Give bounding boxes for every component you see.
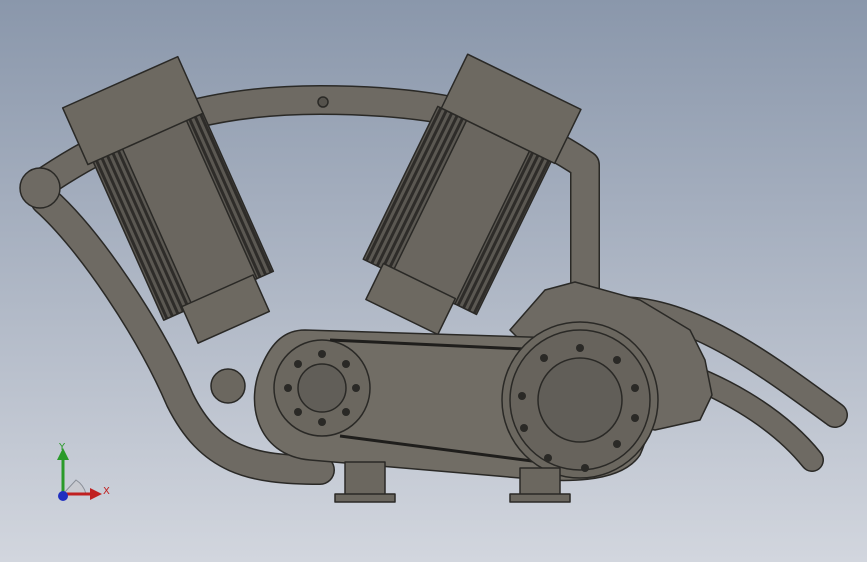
x-axis-label: X bbox=[103, 486, 110, 497]
rear-pulley-hub bbox=[537, 357, 623, 443]
y-axis-label: Y bbox=[59, 442, 66, 453]
x-axis-arrow bbox=[90, 488, 102, 500]
z-axis-dot bbox=[58, 491, 68, 501]
front-pulley-hub bbox=[297, 363, 347, 413]
engine-model[interactable] bbox=[0, 0, 867, 562]
side-knob bbox=[210, 368, 246, 404]
orientation-triad: X Y bbox=[46, 440, 116, 510]
triad-graphic bbox=[57, 448, 102, 501]
tube-end bbox=[317, 96, 329, 108]
tube-joint bbox=[19, 167, 61, 209]
cad-viewport[interactable]: X Y bbox=[0, 0, 867, 562]
